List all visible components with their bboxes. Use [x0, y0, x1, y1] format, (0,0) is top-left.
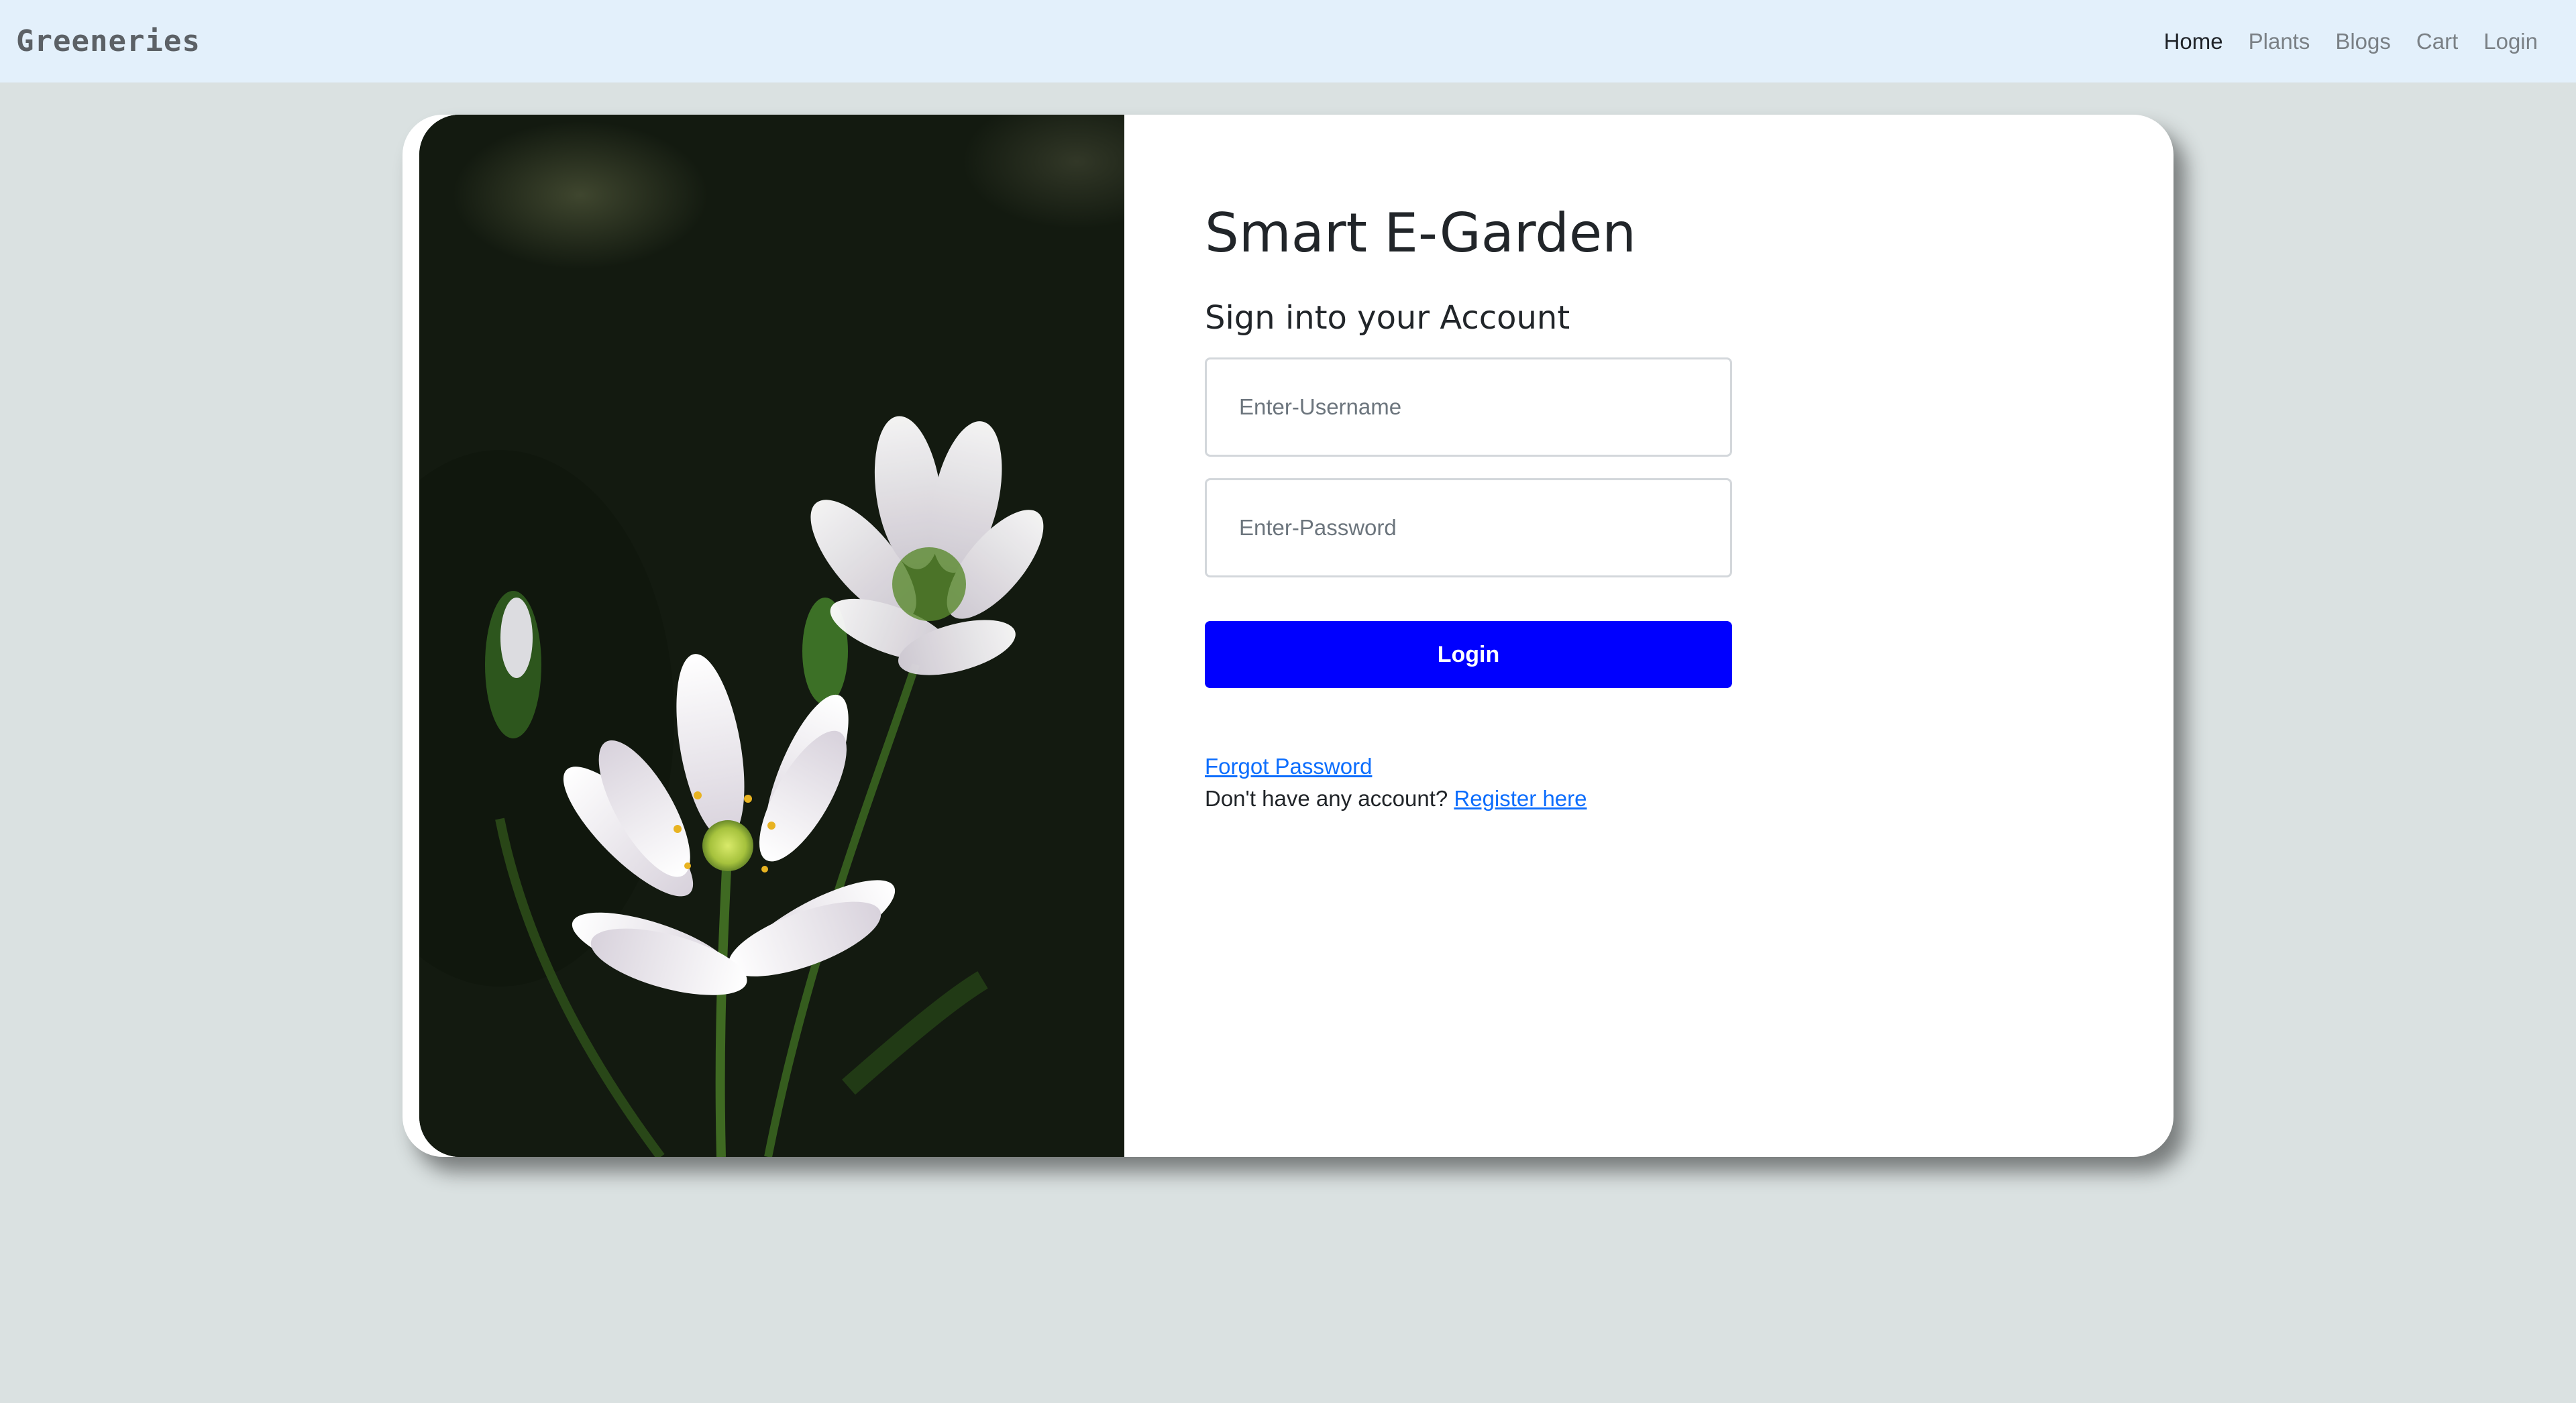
nav-link-cart[interactable]: Cart: [2404, 29, 2471, 54]
nav-links: Home Plants Blogs Cart Login: [2151, 29, 2551, 54]
register-prompt: Don't have any account? Register here: [1205, 786, 1587, 811]
nav-link-login[interactable]: Login: [2471, 29, 2551, 54]
login-button[interactable]: Login: [1205, 621, 1732, 688]
form-subtitle: Sign into your Account: [1205, 299, 1570, 337]
forgot-password-link[interactable]: Forgot Password: [1205, 754, 1372, 779]
no-account-text: Don't have any account?: [1205, 786, 1448, 811]
nav-link-home[interactable]: Home: [2151, 29, 2236, 54]
white-flowers-photo: [419, 115, 1124, 1157]
brand-logo[interactable]: Greeneries: [16, 24, 201, 58]
navbar: Greeneries Home Plants Blogs Cart Login: [0, 0, 2576, 82]
register-link[interactable]: Register here: [1454, 786, 1587, 811]
username-input[interactable]: [1205, 357, 1732, 457]
login-card: Smart E-Garden Sign into your Account Lo…: [402, 115, 2174, 1157]
password-input[interactable]: [1205, 478, 1732, 577]
nav-link-blogs[interactable]: Blogs: [2322, 29, 2404, 54]
nav-link-plants[interactable]: Plants: [2236, 29, 2323, 54]
page-title: Smart E-Garden: [1205, 202, 1636, 264]
